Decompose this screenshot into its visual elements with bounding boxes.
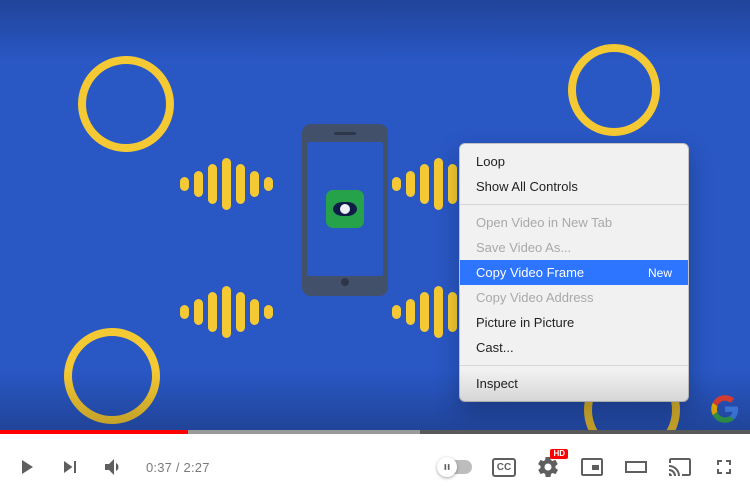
menu-item-show-all-controls[interactable]: Show All Controls (460, 174, 688, 199)
menu-item-loop[interactable]: Loop (460, 149, 688, 174)
decor-circle (584, 362, 680, 430)
soundwave-icon (180, 286, 273, 338)
menu-item-save-video: Save Video As... (460, 235, 688, 260)
current-time: 0:37 (146, 460, 172, 475)
soundwave-icon (180, 158, 273, 210)
phone-graphic (302, 124, 388, 296)
decor-circle (568, 44, 660, 136)
menu-item-new-tag: New (648, 266, 672, 280)
menu-separator (460, 204, 688, 205)
next-button[interactable] (58, 455, 82, 479)
time-display: 0:37 / 2:27 (146, 460, 210, 475)
hd-badge: HD (550, 449, 568, 459)
settings-button[interactable]: HD (536, 455, 560, 479)
cc-button[interactable]: CC (492, 455, 516, 479)
progress-played (0, 430, 188, 434)
decor-circle (78, 56, 174, 152)
video-frame[interactable]: Loop Show All Controls Open Video in New… (0, 0, 750, 430)
player-controls: 0:37 / 2:27 CC HD (0, 434, 750, 500)
menu-item-copy-video-address: Copy Video Address (460, 285, 688, 310)
fullscreen-button[interactable] (712, 455, 736, 479)
menu-item-cast[interactable]: Cast... (460, 335, 688, 360)
video-context-menu: Loop Show All Controls Open Video in New… (459, 143, 689, 402)
google-logo-icon (710, 394, 740, 424)
menu-separator (460, 365, 688, 366)
autoplay-toggle[interactable] (438, 460, 472, 474)
play-button[interactable] (14, 455, 38, 479)
miniplayer-button[interactable] (580, 455, 604, 479)
app-icon (326, 190, 364, 228)
menu-item-copy-video-frame[interactable]: Copy Video FrameNew (460, 260, 688, 285)
menu-item-picture-in-picture[interactable]: Picture in Picture (460, 310, 688, 335)
decor-circle (64, 328, 160, 424)
menu-item-inspect[interactable]: Inspect (460, 371, 688, 396)
volume-button[interactable] (102, 455, 126, 479)
duration: 2:27 (184, 460, 210, 475)
cast-button[interactable] (668, 455, 692, 479)
theater-button[interactable] (624, 455, 648, 479)
menu-item-open-new-tab: Open Video in New Tab (460, 210, 688, 235)
progress-bar[interactable] (0, 430, 750, 434)
